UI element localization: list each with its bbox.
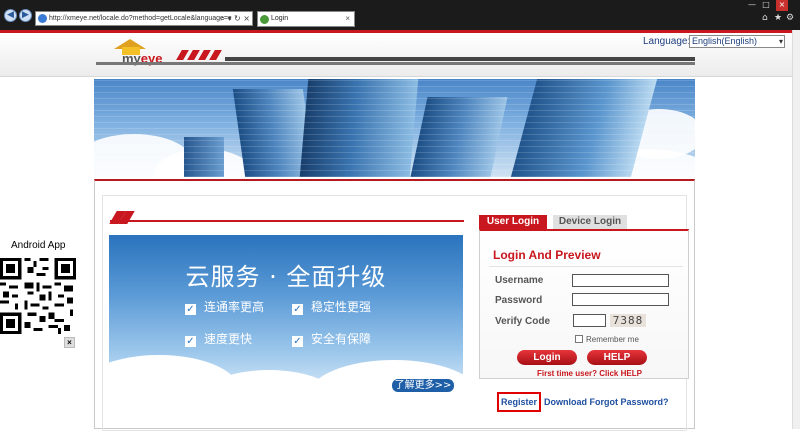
qr-close-icon[interactable]: × xyxy=(64,337,75,348)
checkbox-icon: ✓ xyxy=(185,336,196,347)
ad-feature-2: ✓ 稳定性更强 xyxy=(292,298,371,315)
site-favicon-icon xyxy=(38,14,47,23)
language-label: Language: xyxy=(643,36,691,47)
verify-code-label: Verify Code xyxy=(495,316,551,327)
language-select[interactable]: English(English) ▾ xyxy=(689,35,785,48)
tab-title: Login xyxy=(271,15,289,22)
section-red-line xyxy=(110,220,464,222)
ad-feature-1: ✓ 连通率更高 xyxy=(185,298,264,315)
login-button[interactable]: Login xyxy=(517,350,577,365)
remember-label: Remember me xyxy=(586,335,639,344)
password-input[interactable] xyxy=(572,293,669,306)
password-label: Password xyxy=(495,295,543,306)
ad-feature-2-text: 稳定性更强 xyxy=(311,300,372,314)
checkbox-icon: ✓ xyxy=(292,304,303,315)
register-link[interactable]: Register xyxy=(497,392,541,412)
settings-gear-icon[interactable]: ⚙ xyxy=(786,13,794,23)
browser-chrome: ◀ ▶ http://xmeye.net/locale.do?method=ge… xyxy=(0,0,800,30)
android-qr-code xyxy=(0,258,76,334)
remember-me[interactable]: Remember me xyxy=(575,335,639,344)
close-window-icon[interactable]: × xyxy=(776,0,788,11)
checkbox-icon: ✓ xyxy=(185,304,196,315)
username-input[interactable] xyxy=(572,274,669,287)
verify-code-input[interactable] xyxy=(573,314,606,327)
back-icon[interactable]: ◀ xyxy=(4,9,17,22)
tab-device-login[interactable]: Device Login xyxy=(553,215,627,229)
ad-feature-1-text: 连通率更高 xyxy=(204,300,265,314)
home-icon[interactable]: ⌂ xyxy=(762,13,768,23)
tab-user-login[interactable]: User Login xyxy=(479,215,547,229)
remember-checkbox[interactable] xyxy=(575,335,583,343)
maximize-icon[interactable]: □ xyxy=(760,0,772,11)
ad-feature-3: ✓ 速度更快 xyxy=(185,330,252,347)
checkbox-icon: ✓ xyxy=(292,336,303,347)
tab-close-icon[interactable]: × xyxy=(345,12,350,26)
ad-feature-3-text: 速度更快 xyxy=(204,332,253,346)
address-bar[interactable]: http://xmeye.net/locale.do?method=getLoc… xyxy=(35,11,253,26)
address-controls[interactable]: ⌕ ▾ ↻ × xyxy=(220,12,250,25)
tab-favicon-icon xyxy=(260,15,269,24)
login-title-divider xyxy=(489,266,683,267)
ad-title: 云服务 · 全面升级 xyxy=(185,263,387,291)
section-chevron-icon xyxy=(109,211,135,224)
header-dark-bar xyxy=(225,57,695,61)
login-title: Login And Preview xyxy=(493,248,601,262)
first-time-help-link[interactable]: First time user? Click HELP xyxy=(537,369,642,378)
help-button[interactable]: HELP xyxy=(587,350,647,365)
header-red-stripes xyxy=(175,50,223,60)
favorites-icon[interactable]: ★ xyxy=(774,13,782,23)
android-app-label: Android App xyxy=(11,240,66,251)
chevron-down-icon: ▾ xyxy=(778,37,783,46)
ad-feature-4-text: 安全有保障 xyxy=(311,332,372,346)
learn-more-button[interactable]: 了解更多>> xyxy=(391,378,455,393)
download-forgot-password-link[interactable]: Download Forgot Password? xyxy=(544,397,669,407)
page-scrollbar[interactable] xyxy=(792,30,800,429)
browser-tab-login[interactable]: Login × xyxy=(257,11,355,27)
captcha-image[interactable]: 7388 xyxy=(610,314,646,327)
forward-icon[interactable]: ▶ xyxy=(19,9,32,22)
banner-image xyxy=(94,79,695,177)
address-text: http://xmeye.net/locale.do?method=getLoc… xyxy=(49,15,232,22)
cloud-service-ad[interactable]: 云服务 · 全面升级 ✓ 连通率更高 ✓ 稳定性更强 ✓ 速度更快 ✓ 安全有保障 了解… xyxy=(109,235,463,404)
header-grey-bar xyxy=(96,62,695,65)
ad-feature-4: ✓ 安全有保障 xyxy=(292,330,371,347)
username-label: Username xyxy=(495,275,544,286)
language-value: English(English) xyxy=(692,36,758,46)
minimize-icon[interactable]: — xyxy=(746,0,758,11)
